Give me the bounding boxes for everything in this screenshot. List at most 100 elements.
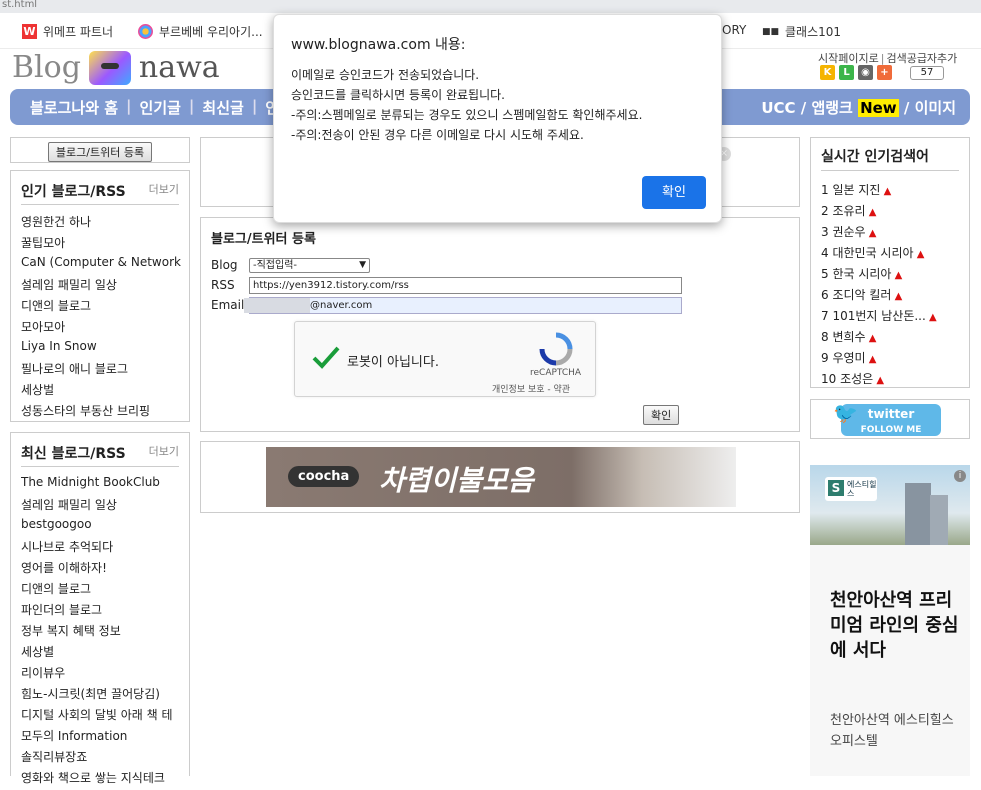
- trending-keyword[interactable]: 8 변희수 ▲: [821, 328, 959, 349]
- latest-blog-item[interactable]: 세상별: [21, 643, 181, 664]
- latest-blog-item[interactable]: 디앤의 블로그: [21, 580, 181, 601]
- recaptcha-widget[interactable]: 로봇이 아닙니다. reCAPTCHA 개인정보 보호 - 약관: [294, 321, 596, 397]
- mascot-icon: [88, 50, 131, 85]
- popular-blog-item-label: 디앤의 블로그: [21, 299, 92, 313]
- latest-blog-item[interactable]: 파인더의 블로그: [21, 601, 181, 622]
- trend-up-icon: ▲: [865, 228, 877, 239]
- popular-blog-item-label: CaN (Computer & Network) T: [21, 255, 181, 269]
- dialog-line: 승인코드를 클릭하시면 등록이 완료됩니다.: [291, 88, 505, 102]
- dialog-ok-button[interactable]: 확인: [642, 176, 706, 209]
- ad-sign-text: 에스티힐스: [847, 480, 877, 498]
- coocha-banner[interactable]: coocha 차렵이불모음: [200, 441, 800, 513]
- dialog-line: -주의:전송이 안된 경우 다른 이메일로 다시 시도해 주세요.: [291, 128, 584, 142]
- latest-blog-item[interactable]: 영어를 이해하자!: [21, 559, 181, 580]
- latest-blog-item[interactable]: bestgoogoo: [21, 517, 181, 538]
- ad-sign: S 에스티힐스: [825, 477, 877, 501]
- bookmark-label: ORY: [722, 23, 747, 37]
- popular-blog-item[interactable]: CaN (Computer & Network) T: [21, 255, 181, 276]
- trending-keyword[interactable]: 4 대한민국 시리아 ▲: [821, 244, 959, 265]
- trending-keyword-label: 3 권순우: [821, 225, 866, 239]
- popular-blog-item-label: 영원한건 하나: [21, 215, 92, 229]
- nav-right[interactable]: UCC / 앱랭크 New / 이미지: [761, 97, 956, 118]
- ad-tower-shape: [905, 483, 931, 545]
- blog-label: Blog: [211, 258, 238, 272]
- latest-blog-item-label: 파인더의 블로그: [21, 603, 103, 617]
- captcha-label: 로봇이 아닙니다.: [347, 355, 439, 370]
- trend-up-icon: ▲: [865, 207, 877, 218]
- popular-blog-item[interactable]: Liya In Snow: [21, 339, 181, 360]
- trending-keyword[interactable]: 2 조유리 ▲: [821, 202, 959, 223]
- latest-blog-item[interactable]: 디지털 사회의 달빛 아래 책 테: [21, 706, 181, 727]
- latest-blogs-panel: 최신 블로그/RSS 더보기 The Midnight BookClub 설레임 패…: [10, 432, 190, 785]
- trending-keyword[interactable]: 3 권순우 ▲: [821, 223, 959, 244]
- popular-blogs-panel: 인기 블로그/RSS 더보기 영원한건 하나 꿀팁모아 CaN (Computer &…: [10, 170, 190, 422]
- popular-blog-item[interactable]: 모아모아: [21, 318, 181, 339]
- nav-popular[interactable]: 인기글: [140, 97, 181, 118]
- latest-blog-item[interactable]: 모두의 Information: [21, 727, 181, 748]
- twitter-bird-icon: 🐦: [833, 401, 858, 425]
- email-input[interactable]: @naver.com: [244, 297, 682, 314]
- bookmark-label: 클래스101: [785, 25, 842, 39]
- kakaostory-icon[interactable]: K: [820, 65, 835, 80]
- latest-more-link[interactable]: 더보기: [149, 443, 179, 463]
- profile-icon[interactable]: ◉: [858, 65, 873, 80]
- search-provider-link[interactable]: 검색공급자추가: [886, 52, 957, 65]
- popular-blog-item[interactable]: 설레임 패밀리 일상: [21, 276, 181, 297]
- latest-blog-item[interactable]: 영화와 책으로 쌓는 지식테크: [21, 769, 181, 790]
- latest-blog-item[interactable]: 설레임 패밀리 일상: [21, 496, 181, 517]
- ad-subtitle: 천안아산역 에스티힐스 오피스텔: [830, 713, 954, 749]
- popular-blog-item[interactable]: 디앤의 블로그: [21, 297, 181, 318]
- bookmark-class101[interactable]: ■■ 클래스101: [762, 23, 841, 40]
- start-page-link[interactable]: 시작페이지로: [818, 52, 879, 65]
- bookmark-burubebe[interactable]: 부르베베 우리아기...: [138, 23, 263, 40]
- social-icons: K L ◉ + 57: [820, 65, 944, 80]
- twitter-follow-button[interactable]: 🐦 twitter FOLLOW ME: [833, 403, 941, 436]
- trending-keyword[interactable]: 6 조디악 킬러 ▲: [821, 286, 959, 307]
- recaptcha-logo-icon: [539, 332, 573, 366]
- popular-more-link[interactable]: 더보기: [149, 181, 179, 201]
- trending-keyword[interactable]: 1 일본 지진 ▲: [821, 181, 959, 202]
- bookmark-tistory[interactable]: ORY: [722, 23, 746, 37]
- bookmark-wemakeprice[interactable]: W 위메프 파트너: [22, 23, 113, 40]
- nav-home[interactable]: 블로그나와 홈: [30, 97, 118, 118]
- info-icon[interactable]: i: [954, 470, 966, 482]
- blog-type-select[interactable]: -직접입력- ▼: [249, 258, 370, 273]
- popular-blog-item-label: 모아모아: [21, 320, 66, 334]
- popular-blog-item[interactable]: 꿀팁모아: [21, 234, 181, 255]
- dialog-message: 이메일로 승인코드가 전송되었습니다. 승인코드를 클릭하시면 등록이 완료됩니…: [291, 65, 642, 145]
- trending-keyword[interactable]: 7 101번지 남산돈... ▲: [821, 307, 959, 328]
- trending-keyword-label: 6 조디악 킬러: [821, 288, 892, 302]
- address-bar[interactable]: st.html: [0, 0, 981, 13]
- latest-blog-item[interactable]: 힘노-시크릿(최면 끌어당김): [21, 685, 181, 706]
- latest-blog-item[interactable]: 리이뷰우: [21, 664, 181, 685]
- popular-blog-item[interactable]: 세상벌: [21, 381, 181, 402]
- side-ad[interactable]: S 에스티힐스 i 천안아산역 프리미엄 라인의 중심에 서다 천안아산역 에스…: [810, 465, 970, 776]
- plus-icon[interactable]: +: [877, 65, 892, 80]
- popular-blog-item[interactable]: 필나로의 애니 블로그: [21, 360, 181, 381]
- latest-blog-item[interactable]: 시나브로 추억되다: [21, 538, 181, 559]
- line-icon[interactable]: L: [839, 65, 854, 80]
- latest-blog-item[interactable]: 솔직리뷰장죠: [21, 748, 181, 769]
- latest-blog-item-label: bestgoogoo: [21, 517, 92, 531]
- latest-blog-item[interactable]: The Midnight BookClub: [21, 475, 181, 496]
- popular-blog-item[interactable]: 성동스타의 부동산 브리핑: [21, 402, 181, 423]
- latest-blog-item[interactable]: 정부 복지 혜택 정보: [21, 622, 181, 643]
- nav-latest[interactable]: 최신글: [202, 97, 243, 118]
- trend-up-icon: ▲: [865, 354, 877, 365]
- site-logo[interactable]: Blog nawa: [12, 50, 220, 85]
- register-submit-button[interactable]: 확인: [643, 405, 680, 425]
- email-value: @naver.com: [310, 300, 373, 311]
- latest-blog-item-label: 솔직리뷰장죠: [21, 750, 88, 764]
- chevron-down-icon: ▼: [359, 260, 366, 270]
- rss-input[interactable]: https://yen3912.tistory.com/rss: [249, 277, 682, 294]
- trending-keyword[interactable]: 5 한국 시리아 ▲: [821, 265, 959, 286]
- email-label: Email: [211, 298, 245, 312]
- ad-tower-shape: [930, 495, 948, 545]
- trending-keyword[interactable]: 10 조성은 ▲: [821, 370, 959, 391]
- register-panel: 블로그/트위터 등록: [10, 137, 190, 163]
- captcha-privacy-links[interactable]: 개인정보 보호 - 약관: [492, 382, 570, 395]
- register-blog-button[interactable]: 블로그/트위터 등록: [47, 142, 153, 162]
- trending-keyword[interactable]: 9 우영미 ▲: [821, 349, 959, 370]
- popular-blog-item[interactable]: 영원한건 하나: [21, 213, 181, 234]
- dialog-line: -주의:스펨메일로 분류되는 경우도 있으니 스펨메일함도 확인해주세요.: [291, 108, 643, 122]
